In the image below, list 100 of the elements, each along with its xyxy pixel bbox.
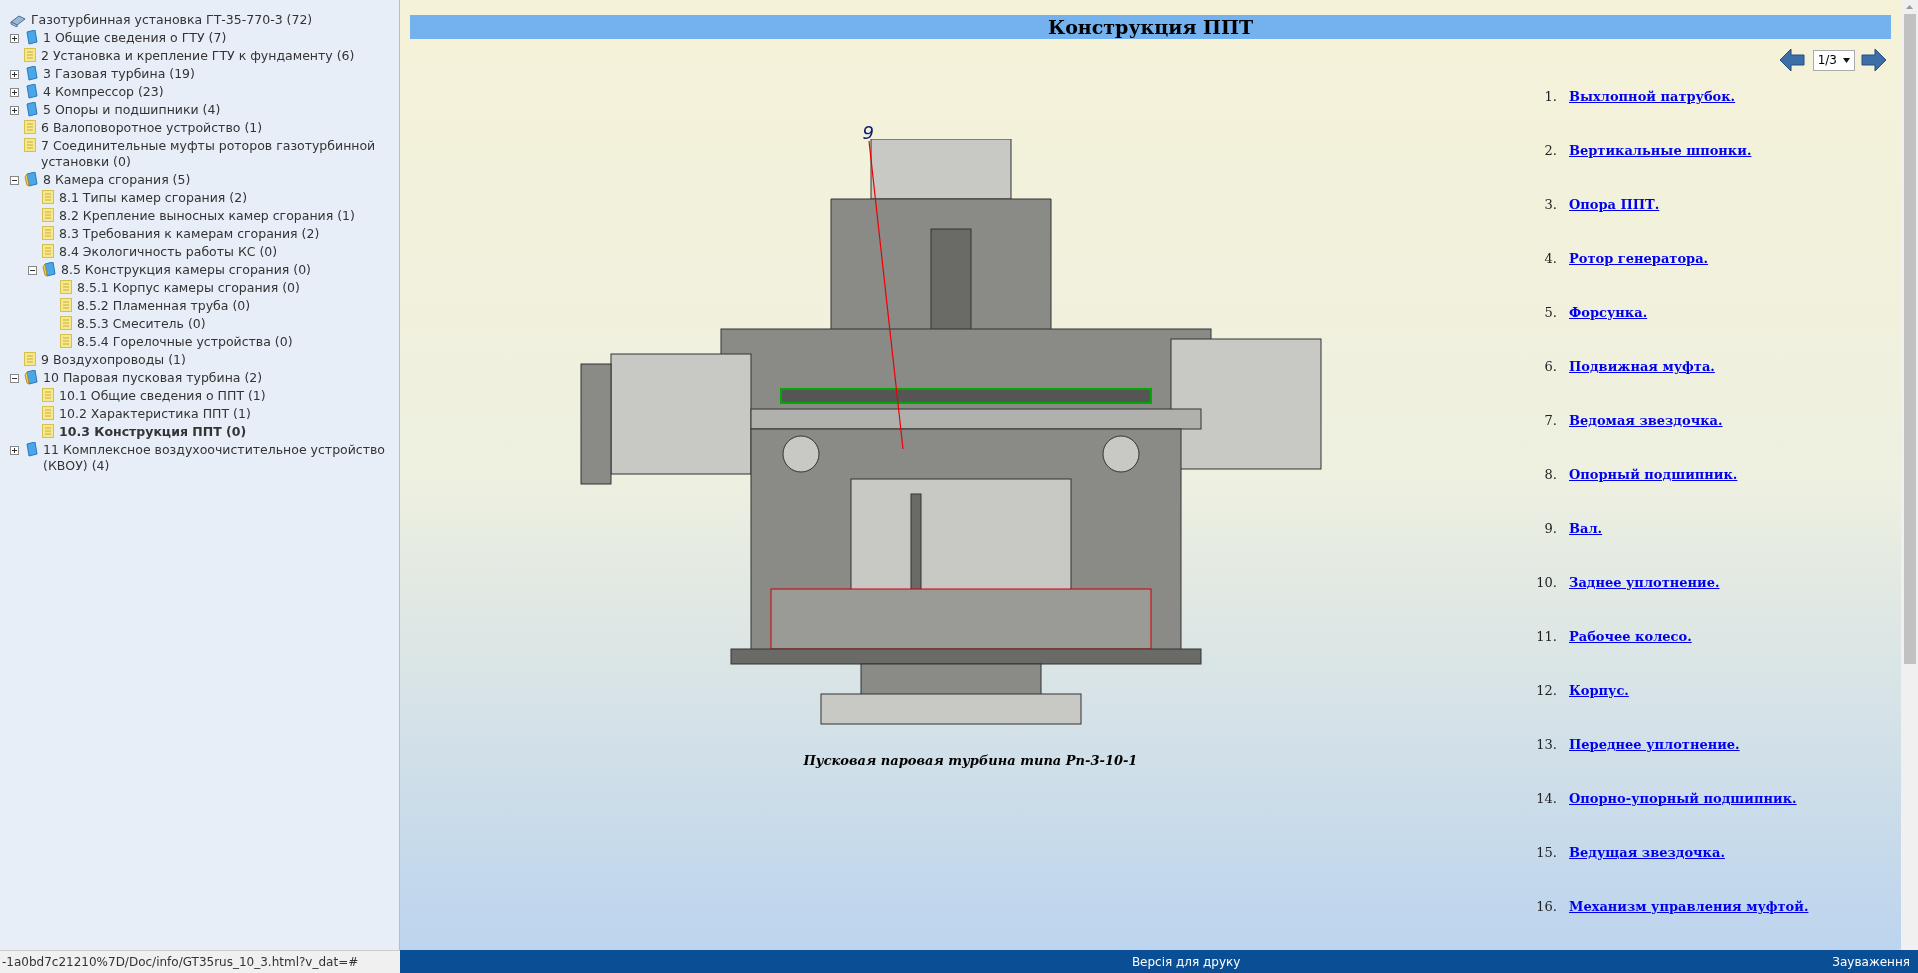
- part-link[interactable]: Корпус.: [1569, 681, 1629, 700]
- part-link[interactable]: Рабочее колесо.: [1569, 627, 1692, 646]
- page-icon: [24, 120, 36, 134]
- list-number: 8.: [1543, 466, 1558, 484]
- book-icon: [24, 442, 38, 457]
- expand-toggle[interactable]: [10, 446, 19, 455]
- page-select[interactable]: 1/3: [1812, 49, 1855, 71]
- list-number: 16.: [1535, 898, 1558, 916]
- list-number: 5.: [1543, 304, 1558, 322]
- page-icon: [42, 424, 54, 438]
- expand-toggle[interactable]: [10, 34, 19, 43]
- book-icon: [24, 84, 38, 99]
- list-number: 14.: [1535, 790, 1558, 808]
- open-book-icon: [24, 370, 38, 385]
- books-icon: [10, 13, 26, 27]
- open-book-icon: [42, 262, 56, 277]
- next-button[interactable]: [1861, 47, 1889, 73]
- tree-item[interactable]: 6 Валоповоротное устройство (1): [41, 120, 263, 136]
- list-number: 15.: [1535, 844, 1558, 862]
- list-number: 3.: [1543, 196, 1558, 214]
- part-link[interactable]: Ведомая звездочка.: [1569, 411, 1723, 430]
- part-link[interactable]: Механизм управления муфтой.: [1569, 897, 1809, 916]
- part-link[interactable]: Вертикальные шпонки.: [1569, 141, 1752, 160]
- callout-number: 9: [862, 121, 874, 145]
- page-title: Конструкция ППТ: [410, 15, 1891, 39]
- print-version-link[interactable]: Версія для друку: [1131, 952, 1241, 971]
- tree-item[interactable]: 2 Установка и крепление ГТУ к фундаменту (6): [41, 48, 355, 64]
- tree-item[interactable]: 1 Общие сведения о ГТУ (7): [43, 30, 227, 46]
- list-number: 6.: [1543, 358, 1558, 376]
- tree-item[interactable]: 8.1 Типы камер сгорания (2): [59, 190, 248, 206]
- tree-item[interactable]: 8.5.3 Смеситель (0): [77, 316, 206, 332]
- page-icon: [24, 48, 36, 62]
- part-link[interactable]: Переднее уплотнение.: [1569, 735, 1740, 754]
- part-link[interactable]: Опора ППТ.: [1569, 195, 1660, 214]
- part-link[interactable]: Ротор генератора.: [1569, 249, 1709, 268]
- status-url: -1a0bd7c21210%7D/Doc/info/GT35rus_10_3.html?v_dat=#: [0, 950, 400, 973]
- list-number: 2.: [1543, 142, 1558, 160]
- caret-icon: [1843, 57, 1850, 63]
- page-icon: [42, 226, 54, 240]
- tree-item[interactable]: 7 Соединительные муфты роторов газотурбинной установки (0): [41, 138, 391, 170]
- tree-item[interactable]: 8 Камера сгорания (5): [43, 172, 191, 188]
- part-link[interactable]: Ведущая звездочка.: [1569, 843, 1725, 862]
- part-link[interactable]: Вал.: [1569, 519, 1603, 538]
- book-icon: [24, 30, 38, 45]
- page-icon: [60, 334, 72, 348]
- tree-item[interactable]: 11 Комплексное воздухоочистительное устройство (КВОУ) (4): [43, 442, 391, 474]
- tree-item[interactable]: 8.3 Требования к камерам сгорания (2): [59, 226, 320, 242]
- page-icon: [60, 316, 72, 330]
- page-icon: [42, 388, 54, 402]
- list-number: 7.: [1543, 412, 1558, 430]
- tree-item[interactable]: 8.5.4 Горелочные устройства (0): [77, 334, 293, 350]
- list-number: 11.: [1535, 628, 1558, 646]
- tree-item[interactable]: 9 Воздухопроводы (1): [41, 352, 186, 368]
- collapse-toggle[interactable]: [10, 374, 19, 383]
- tree-item[interactable]: 8.5.1 Корпус камеры сгорания (0): [77, 280, 300, 296]
- book-icon: [24, 102, 38, 117]
- tree-root[interactable]: Газотурбинная установка ГТ-35-770-3 (72): [31, 12, 313, 28]
- page-icon: [24, 352, 36, 366]
- tree-item[interactable]: 8.5.2 Пламенная труба (0): [77, 298, 251, 314]
- part-link[interactable]: Опорный подшипник.: [1569, 465, 1738, 484]
- list-number: 4.: [1543, 250, 1558, 268]
- previous-button[interactable]: [1778, 47, 1807, 73]
- tree-item[interactable]: 8.5 Конструкция камеры сгорания (0): [61, 262, 311, 278]
- tree-item[interactable]: 10 Паровая пусковая турбина (2): [43, 370, 263, 386]
- tree-item[interactable]: 3 Газовая турбина (19): [43, 66, 195, 82]
- expand-toggle[interactable]: [10, 88, 19, 97]
- page-icon: [24, 138, 36, 152]
- part-link[interactable]: Выхлопной патрубок.: [1569, 87, 1736, 106]
- figure-caption: Пусковая паровая турбина типа Рп-3-10-1: [803, 752, 1138, 770]
- tree-item[interactable]: 10.3 Конструкция ППТ (0): [59, 424, 247, 440]
- page-icon: [60, 280, 72, 294]
- expand-toggle[interactable]: [10, 106, 19, 115]
- collapse-toggle[interactable]: [10, 176, 19, 185]
- part-link[interactable]: Подвижная муфта.: [1569, 357, 1715, 376]
- part-link[interactable]: Заднее уплотнение.: [1569, 573, 1720, 592]
- list-number: 1.: [1543, 88, 1558, 106]
- part-link[interactable]: Опорно-упорный подшипник.: [1569, 789, 1797, 808]
- right-arrow-icon: [1861, 48, 1887, 72]
- page-icon: [60, 298, 72, 312]
- page-icon: [42, 406, 54, 420]
- tree-item[interactable]: 8.4 Экологичность работы КС (0): [59, 244, 278, 260]
- tree-item[interactable]: 4 Компрессор (23): [43, 84, 164, 100]
- part-link[interactable]: Форсунка.: [1569, 303, 1648, 322]
- collapse-toggle[interactable]: [28, 266, 37, 275]
- list-number: 10.: [1535, 574, 1558, 592]
- tree-item[interactable]: 8.2 Крепление выносных камер сгорания (1): [59, 208, 355, 224]
- tree-item[interactable]: 10.2 Характеристика ППТ (1): [59, 406, 251, 422]
- list-number: 13.: [1535, 736, 1558, 754]
- expand-toggle[interactable]: [10, 70, 19, 79]
- tree-item[interactable]: 10.1 Общие сведения о ППТ (1): [59, 388, 266, 404]
- page-icon: [42, 244, 54, 258]
- list-number: 9.: [1543, 520, 1558, 538]
- feedback-link[interactable]: Зауваження: [1832, 952, 1910, 971]
- page-icon: [42, 208, 54, 222]
- list-number: 12.: [1535, 682, 1558, 700]
- book-icon: [24, 66, 38, 81]
- tree-item[interactable]: 5 Опоры и подшипники (4): [43, 102, 221, 118]
- left-arrow-icon: [1778, 48, 1805, 72]
- open-book-icon: [24, 172, 38, 187]
- page-icon: [42, 190, 54, 204]
